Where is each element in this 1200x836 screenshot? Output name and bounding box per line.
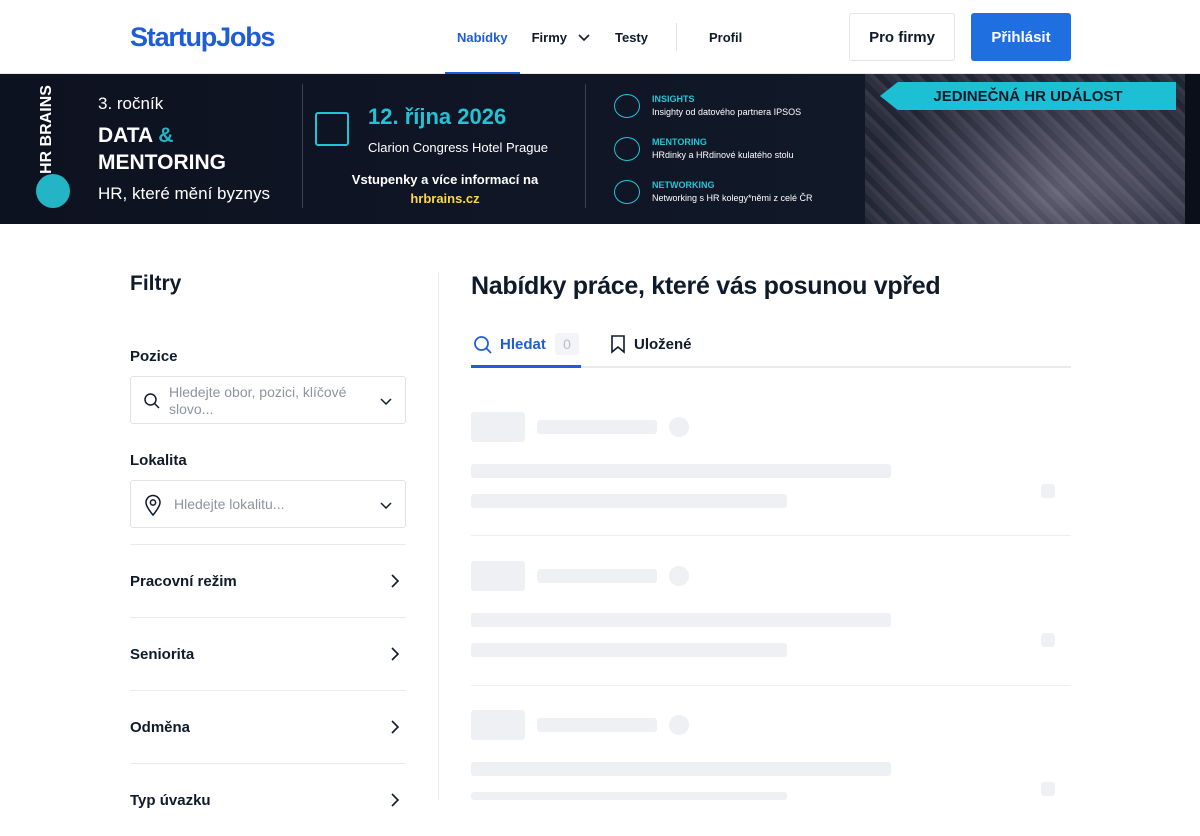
banner-divider <box>585 84 586 208</box>
location-search-input[interactable]: Hledejte lokalitu... <box>130 480 406 528</box>
filters-title: Filtry <box>130 272 182 295</box>
chevron-right-icon <box>391 574 400 588</box>
nav-item-firmy[interactable]: Firmy <box>520 0 603 74</box>
banner-ribbon: JEDINEČNÁ HR UDÁLOST <box>880 82 1176 110</box>
nav-item-profil[interactable]: Profil <box>697 0 754 74</box>
skeleton-block <box>471 762 891 776</box>
skeleton-block <box>1041 782 1055 796</box>
page-title: Nabídky práce, které vás posunou vpřed <box>471 272 941 300</box>
job-card-skeleton <box>471 536 1071 686</box>
chevron-down-icon <box>578 34 590 42</box>
skeleton-block <box>669 566 689 586</box>
skeleton-block <box>471 412 525 442</box>
feature-text: HRdinky a HRdinové kulatého stolu <box>652 150 794 160</box>
banner-divider <box>302 84 303 208</box>
tab-saved-label: Uložené <box>634 336 692 353</box>
nav-label: Firmy <box>531 29 567 45</box>
skeleton-block <box>471 792 787 800</box>
skeleton-block <box>471 464 891 478</box>
tab-search-label: Hledat <box>500 336 546 353</box>
filter-salary[interactable]: Odměna <box>130 690 406 763</box>
hr-brains-logo-text: HR BRAINS <box>38 85 55 174</box>
filter-seniority[interactable]: Seniorita <box>130 617 406 690</box>
feature-title: NETWORKING <box>652 180 715 190</box>
map-pin-icon <box>145 494 161 516</box>
banner-cta: Vstupenky a více informací na <box>351 172 539 187</box>
chevron-down-icon[interactable] <box>379 394 393 408</box>
site-header: StartupJobs Nabídky Firmy Testy Profil P… <box>0 0 1200 75</box>
nav-label: Nabídky <box>457 29 508 45</box>
hr-brains-banner[interactable]: HR BRAINS 3. ročník DATA & MENTORING HR,… <box>0 74 1200 224</box>
skeleton-block <box>1041 484 1055 498</box>
chevron-right-icon <box>391 793 400 807</box>
banner-headline-line1: DATA <box>98 124 153 147</box>
banner-venue: Clarion Congress Hotel Prague <box>368 140 548 155</box>
banner-headline-line2: MENTORING <box>98 151 226 174</box>
banner-edition: 3. ročník <box>98 94 164 113</box>
search-icon <box>474 336 492 354</box>
main-nav: Nabídky Firmy Testy Profil <box>445 0 754 75</box>
login-button[interactable]: Přihlásit <box>971 13 1071 61</box>
banner-tagline: HR, které mění byznys <box>98 184 270 203</box>
skeleton-block <box>471 710 525 740</box>
sidebar-divider <box>438 272 439 800</box>
filter-label: Pracovní režim <box>130 573 237 590</box>
skeleton-block <box>537 718 657 732</box>
banner-feature: NETWORKING Networking s HR kolegy*němi z… <box>652 180 813 203</box>
hr-brains-logo-icon <box>36 174 70 208</box>
chevron-right-icon <box>391 647 400 661</box>
chevron-right-icon <box>391 720 400 734</box>
banner-headline: DATA & MENTORING <box>98 122 226 176</box>
filter-work-mode[interactable]: Pracovní režim <box>130 544 406 617</box>
results-count-badge: 0 <box>555 333 579 355</box>
skeleton-block <box>471 494 787 508</box>
chevron-down-icon[interactable] <box>379 498 393 512</box>
position-label: Pozice <box>130 348 178 365</box>
skeleton-block <box>537 420 657 434</box>
job-card-skeleton <box>471 386 1071 536</box>
banner-feature: INSIGHTS Insighty od datového partnera I… <box>652 94 801 117</box>
for-companies-button[interactable]: Pro firmy <box>849 13 955 61</box>
feature-text: Networking s HR kolegy*němi z celé ČR <box>652 193 813 203</box>
skeleton-block <box>471 613 891 627</box>
skeleton-block <box>537 569 657 583</box>
search-icon <box>144 393 160 409</box>
filter-label: Odměna <box>130 719 191 736</box>
skeleton-block <box>1041 633 1055 647</box>
skeleton-block <box>471 643 787 657</box>
people-icon <box>614 137 640 161</box>
nav-item-testy[interactable]: Testy <box>603 0 660 74</box>
results-tabs: Hledat 0 Uložené <box>471 324 1071 368</box>
nav-label: Testy <box>614 29 648 45</box>
filter-label: Typ úvazku <box>130 792 211 809</box>
banner-cta-url[interactable]: hrbrains.cz <box>338 191 552 206</box>
chat-icon <box>614 180 640 204</box>
feature-title: MENTORING <box>652 137 707 147</box>
feature-title: INSIGHTS <box>652 94 695 104</box>
lightbulb-icon <box>614 94 640 118</box>
nav-label: Profil <box>708 29 743 45</box>
skeleton-block <box>669 715 689 735</box>
tab-search[interactable]: Hledat 0 <box>471 324 581 368</box>
banner-feature: MENTORING HRdinky a HRdinové kulatého st… <box>652 137 794 160</box>
banner-date: 12. října 2026 <box>368 104 507 129</box>
bookmark-icon <box>611 335 625 354</box>
skeleton-block <box>471 561 525 591</box>
position-placeholder: Hledejte obor, pozici, klíčové slovo... <box>169 384 347 417</box>
position-search-input[interactable]: Hledejte obor, pozici, klíčové slovo... <box>130 376 406 424</box>
nav-divider <box>675 23 677 51</box>
startupjobs-logo[interactable]: StartupJobs <box>130 22 276 53</box>
banner-headline-amp: & <box>158 124 174 147</box>
location-placeholder: Hledejte lokalitu... <box>174 496 285 512</box>
filter-label: Seniorita <box>130 646 195 663</box>
feature-text: Insighty od datového partnera IPSOS <box>652 107 802 117</box>
skeleton-block <box>669 417 689 437</box>
location-label: Lokalita <box>130 452 187 469</box>
nav-item-nabidky[interactable]: Nabídky <box>445 0 520 75</box>
job-card-skeleton <box>471 685 1071 835</box>
calendar-icon <box>315 112 349 146</box>
